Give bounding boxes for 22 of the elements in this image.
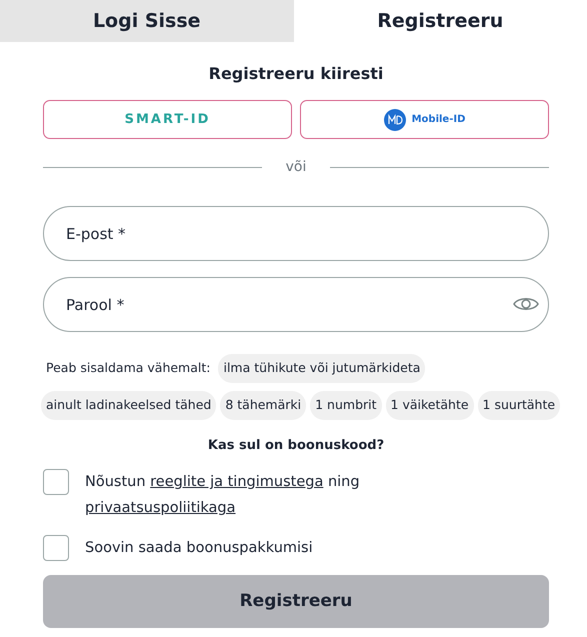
tab[interactable]: Logi Sisse <box>0 0 294 42</box>
requirement-chip: 1 väiketähte <box>386 390 474 420</box>
email-field[interactable]: E-post * <box>43 206 549 261</box>
requirement-chip: 8 tähemärki <box>220 390 306 420</box>
requirement-chip: 1 numbrit <box>310 390 382 420</box>
eye-icon[interactable] <box>513 295 539 313</box>
login-option-button[interactable]: Mobile-ID <box>300 100 549 139</box>
terms-link[interactable]: privaatsuspoliitikaga <box>85 500 236 516</box>
password-field[interactable]: Parool * <box>43 277 549 332</box>
checkbox[interactable] <box>43 469 69 495</box>
requirements-label: Peab sisaldama vähemalt: <box>46 359 210 377</box>
checkbox[interactable] <box>43 535 69 561</box>
checkbox-label: Nõustun reeglite ja tingimustega ning privaatsuspoliitikaga <box>85 473 361 518</box>
requirement-chip: 1 suurtähte <box>478 390 560 420</box>
divider-label: või <box>284 158 308 177</box>
checkbox-label: Soovin saada boonuspakkumisi <box>85 539 313 558</box>
bonus-code-link[interactable]: Kas sul on boonuskood? <box>43 436 549 455</box>
terms-link[interactable]: reeglite ja tingimustega <box>150 474 324 490</box>
requirement-chip: ilma tühikute või jutumärkideta <box>218 354 426 383</box>
requirement-chip: ainult ladinakeelsed tähed <box>41 390 216 420</box>
section-title: Registreeru kiiresti <box>208 63 384 85</box>
mobile-logo-icon <box>384 108 406 130</box>
